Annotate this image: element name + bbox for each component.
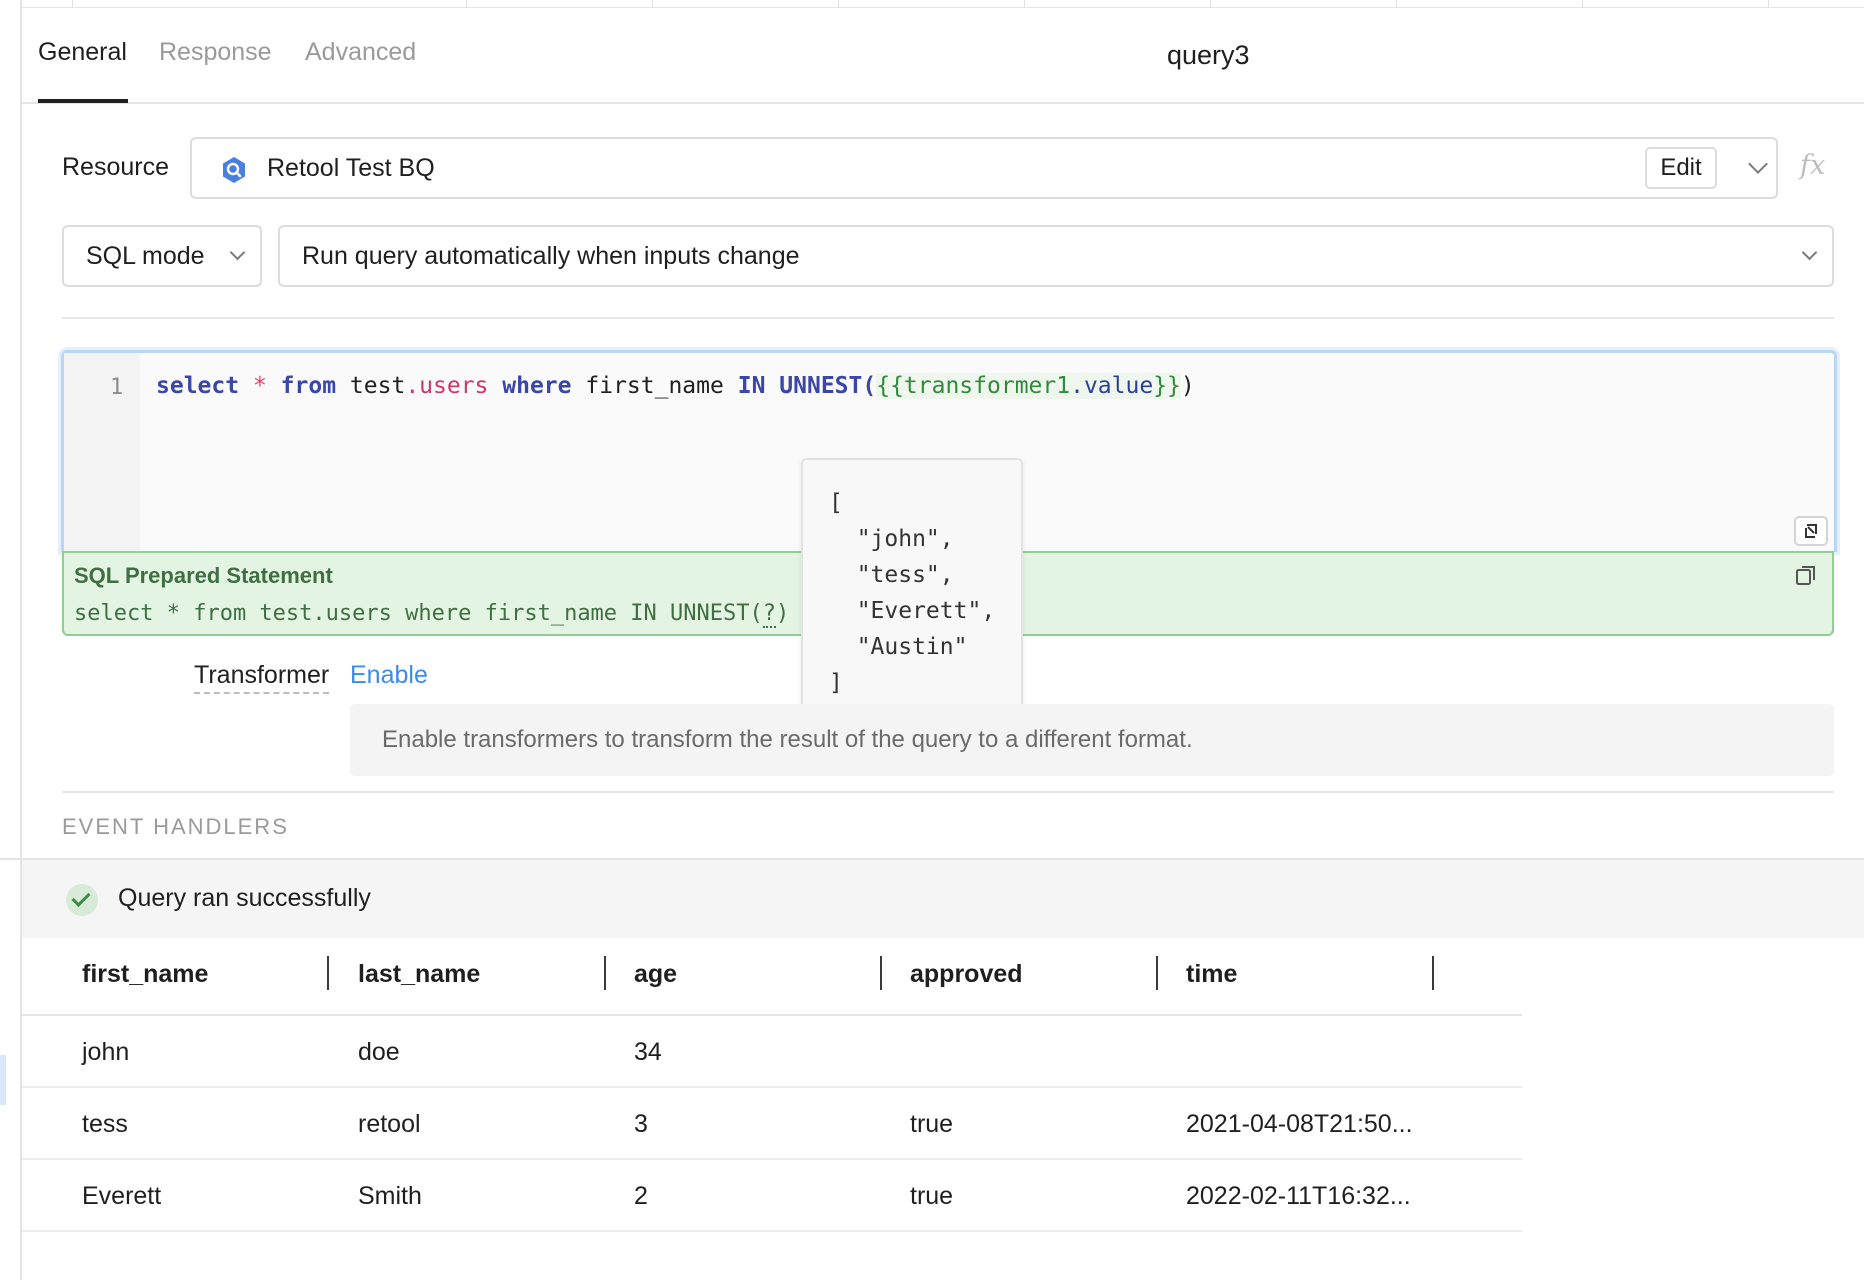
table-cell: 2022-02-11T16:32... <box>1186 1182 1411 1210</box>
status-text: Query ran successfully <box>118 884 371 912</box>
prepared-statement-code: select * from test.users where first_nam… <box>74 601 790 628</box>
copy-icon[interactable] <box>1794 563 1818 587</box>
table-cell: doe <box>358 1038 400 1066</box>
keyword-where: where <box>502 373 572 399</box>
table-cell: true <box>910 1110 954 1138</box>
bigquery-icon <box>223 157 245 183</box>
schema-name: test <box>349 373 406 399</box>
resource-select[interactable]: Retool Test BQ Edit <box>190 137 1778 199</box>
query-title[interactable]: query3 <box>1167 40 1250 71</box>
chevron-down-icon <box>229 244 246 261</box>
column-resize-handle[interactable] <box>1156 956 1158 990</box>
table-row[interactable]: john doe 34 <box>22 1016 1522 1088</box>
column-header-age[interactable]: age <box>634 960 677 989</box>
column-resize-handle[interactable] <box>604 956 606 990</box>
template-property: .value <box>1070 373 1154 399</box>
resource-label: Resource <box>62 153 169 181</box>
table-cell: tess <box>82 1110 128 1138</box>
run-behavior-value: Run query automatically when inputs chan… <box>302 242 800 270</box>
column-resize-handle[interactable] <box>880 956 882 990</box>
chevron-down-icon[interactable] <box>1748 154 1768 174</box>
table-cell: 34 <box>634 1038 662 1066</box>
keyword-unnest: UNNEST( <box>779 373 877 399</box>
transformer-description: Enable transformers to transform the res… <box>350 704 1834 776</box>
chevron-down-icon <box>1801 244 1818 261</box>
column-header-first-name[interactable]: first_name <box>82 960 208 989</box>
section-divider <box>62 791 1834 793</box>
keyword-select: select <box>156 373 240 399</box>
tooltip-line: [ <box>829 490 843 516</box>
template-variable: transformer1 <box>903 373 1071 399</box>
column-resize-handle[interactable] <box>1432 956 1434 990</box>
column-name: first_name <box>585 373 724 399</box>
resource-name: Retool Test BQ <box>267 154 435 182</box>
table-cell: retool <box>358 1110 421 1138</box>
column-header-time[interactable]: time <box>1186 960 1237 989</box>
prepared-statement-title: SQL Prepared Statement <box>74 563 333 588</box>
tooltip-line: "john", <box>829 526 954 552</box>
table-header: first_name last_name age approved time <box>22 938 1522 1016</box>
column-resize-handle[interactable] <box>327 956 329 990</box>
tooltip-line: "Austin" <box>829 634 968 660</box>
column-header-approved[interactable]: approved <box>910 960 1023 989</box>
fx-icon[interactable]: fx <box>1800 150 1825 181</box>
edit-resource-button[interactable]: Edit <box>1645 147 1717 189</box>
table-cell: john <box>82 1038 130 1066</box>
close-paren: ) <box>1180 373 1195 399</box>
table-name: .users <box>405 373 489 399</box>
tooltip-line: "Everett", <box>829 598 996 624</box>
tooltip-line: "tess", <box>829 562 954 588</box>
table-row[interactable]: Everett Smith 2 true 2022-02-11T16:32... <box>22 1160 1522 1232</box>
run-behavior-select[interactable]: Run query automatically when inputs chan… <box>278 225 1834 287</box>
transformer-description-text: Enable transformers to transform the res… <box>382 726 1193 753</box>
event-handlers-heading: EVENT HANDLERS <box>62 814 289 839</box>
enable-transformer-link[interactable]: Enable <box>350 661 428 690</box>
active-tab-indicator <box>38 99 128 103</box>
section-divider <box>62 317 1834 319</box>
template-expression[interactable]: {{transformer1.value}} <box>876 373 1181 399</box>
table-cell: Smith <box>358 1182 422 1210</box>
keyword-from: from <box>280 373 337 399</box>
template-close: }} <box>1153 373 1181 399</box>
left-rail-selection <box>0 1055 6 1105</box>
expand-editor-icon[interactable] <box>1794 516 1828 546</box>
table-row[interactable]: tess retool 3 true 2021-04-08T21:50... <box>22 1088 1522 1160</box>
table-cell: 2 <box>634 1182 648 1210</box>
mode-select[interactable]: SQL mode <box>62 225 262 287</box>
tab-general[interactable]: General <box>38 38 127 67</box>
top-strip <box>22 0 1864 8</box>
table-cell: 3 <box>634 1110 648 1138</box>
tab-advanced[interactable]: Advanced <box>305 38 416 67</box>
table-cell: Everett <box>82 1182 162 1210</box>
table-cell: true <box>910 1182 954 1210</box>
editor-gutter <box>64 353 140 552</box>
code-line[interactable]: select * from test.users where first_nam… <box>156 373 1195 399</box>
check-circle-icon <box>66 884 98 916</box>
operator-star: * <box>252 373 267 399</box>
template-open: {{ <box>876 373 904 399</box>
line-number: 1 <box>110 375 124 400</box>
table-cell: 2021-04-08T21:50... <box>1186 1110 1413 1138</box>
tooltip-line: ] <box>829 670 843 696</box>
column-header-last-name[interactable]: last_name <box>358 960 480 989</box>
keyword-in: IN <box>737 373 766 399</box>
value-preview-tooltip: [ "john", "tess", "Everett", "Austin" ] <box>801 458 1023 724</box>
query-status-bar: Query ran successfully <box>22 858 1864 938</box>
transformer-label: Transformer <box>194 661 330 694</box>
prepared-placeholder[interactable]: ? <box>762 601 776 628</box>
mode-select-value: SQL mode <box>86 242 205 270</box>
left-rail-divider <box>0 858 22 860</box>
query-header: General Response Advanced query3 <box>22 8 1864 104</box>
tab-response[interactable]: Response <box>159 38 272 67</box>
